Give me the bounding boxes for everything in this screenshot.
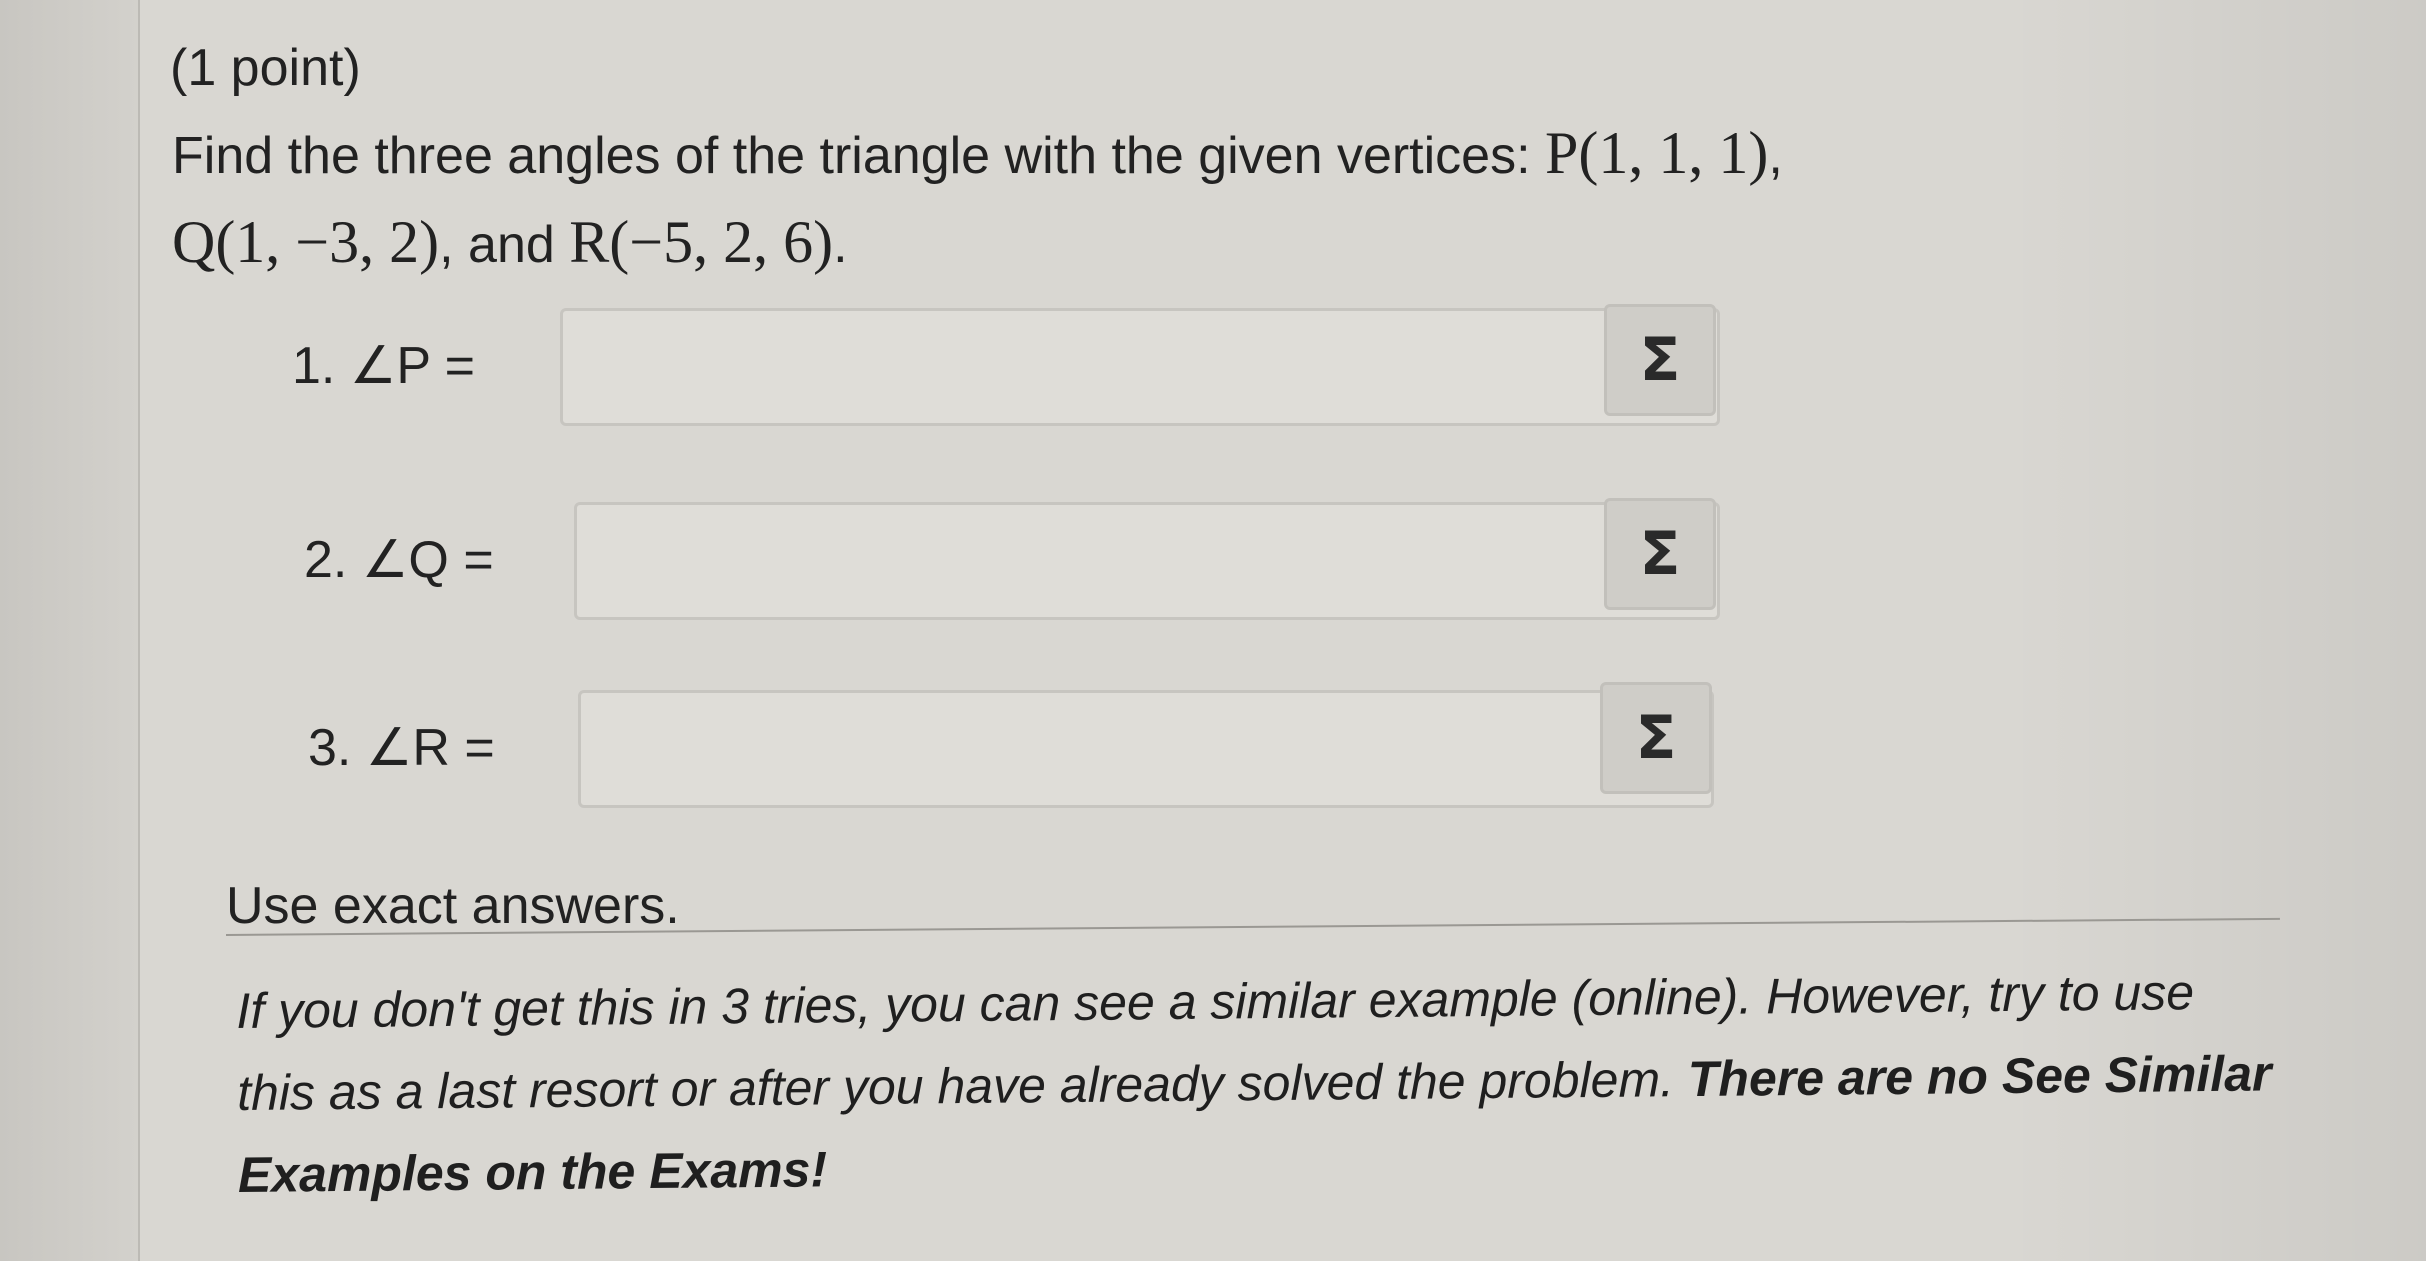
similar-example-note: If you don't get this in 3 tries, you ca… [236,950,2278,1216]
vertex-r: R(−5, 2, 6) [569,209,834,275]
angle-p-label: 1. ∠P = [292,337,475,395]
points-label: (1 point) [170,39,361,97]
answer-row-q: 2. ∠Q = Σ [0,498,1720,624]
angle-q-equation-editor-button[interactable]: Σ [1604,498,1716,610]
angle-r-input[interactable] [578,690,1714,808]
angle-p-equation-editor-button[interactable]: Σ [1604,304,1716,416]
answer-row-r: 3. ∠R = Σ [0,682,1720,812]
left-margin [0,0,140,1261]
separator: , [1768,127,1783,185]
and-text: , and [439,216,570,274]
problem-statement: Find the three angles of the triangle wi… [172,110,2072,288]
angle-q-input[interactable] [574,502,1720,620]
answer-row-p: 1. ∠P = Σ [0,304,1720,430]
vertex-p: P(1, 1, 1) [1545,120,1769,186]
statement-end: . [833,216,848,274]
angle-r-label: 3. ∠R = [308,719,495,777]
instructions-text: Use exact answers. [226,877,680,935]
problem-intro: Find the three angles of the triangle wi… [172,127,1545,185]
vertex-q: Q(1, −3, 2) [172,209,440,275]
angle-r-equation-editor-button[interactable]: Σ [1600,682,1712,794]
angle-p-input[interactable] [560,308,1720,426]
angle-q-label: 2. ∠Q = [304,531,494,589]
